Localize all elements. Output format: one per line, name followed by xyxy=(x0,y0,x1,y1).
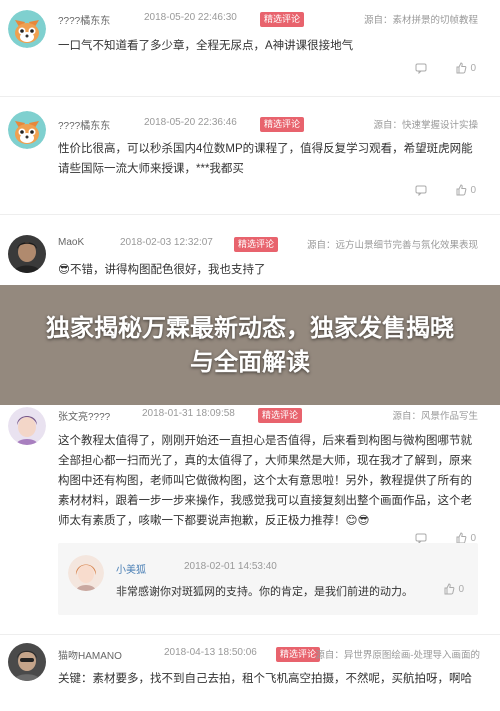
comment-text: 关键：素材要多，找不到自己去拍，租个飞机高空拍摄，不然呢，买航拍呀，啊哈 xyxy=(58,673,472,685)
comment-text: 一口气不知道看了多少章，全程无尿点，A神讲课很接地气 xyxy=(58,40,354,52)
comment-date: 2018-04-13 18:50:06 xyxy=(164,647,257,658)
thumbs-up-icon xyxy=(456,184,467,196)
reply-text: 非常感谢你对斑狐网的支持。你的肯定，是我们前进的动力。 xyxy=(116,586,413,598)
featured-badge: 精选评论 xyxy=(234,237,279,252)
reply-box: 小美狐 2018-02-01 14:53:40 非常感谢你对斑狐网的支持。你的肯… xyxy=(58,543,478,615)
comment-source[interactable]: 源自：远方山景细节完善与氛化效果表现 xyxy=(307,237,478,251)
featured-badge: 精选评论 xyxy=(260,12,305,27)
comment-source[interactable]: 源自：异世界原图绘画-处理导入画面的 xyxy=(315,647,480,661)
featured-badge: 精选评论 xyxy=(276,647,321,662)
comment-username[interactable]: MaoK xyxy=(58,237,84,248)
avatar[interactable] xyxy=(8,111,46,149)
comment-date: 2018-02-03 12:32:07 xyxy=(120,237,213,248)
headline-title: 独家揭秘万霖最新动态，独家发售揭晓与全面解读 xyxy=(46,314,454,376)
comment-icon xyxy=(415,63,427,74)
comment-source[interactable]: 源自：快速掌握设计实操 xyxy=(373,117,478,131)
comment-icon xyxy=(415,185,427,196)
avatar[interactable] xyxy=(8,407,46,445)
comment-date: 2018-05-20 22:46:30 xyxy=(144,12,237,23)
reply-actions: 0 xyxy=(443,583,464,595)
comment-username[interactable]: ????橘东东 xyxy=(58,12,110,27)
reply-date: 2018-02-01 14:53:40 xyxy=(184,561,277,572)
comment-text: 性价比很高，可以秒杀国内4位数MP的课程了，值得反复学习观看，希望斑虎网能请些国… xyxy=(58,143,473,175)
like-count: 0 xyxy=(470,184,476,196)
like-count: 0 xyxy=(470,532,476,544)
featured-badge: 精选评论 xyxy=(260,117,305,132)
like-button[interactable]: 0 xyxy=(443,583,464,595)
comment-source[interactable]: 源自：素材拼景的切帧教程 xyxy=(364,12,478,26)
headline-overlay: 独家揭秘万霖最新动态，独家发售揭晓与全面解读 xyxy=(0,285,500,405)
avatar[interactable] xyxy=(8,10,46,48)
like-count: 0 xyxy=(458,583,464,595)
like-button[interactable]: 0 xyxy=(455,184,476,196)
like-count: 0 xyxy=(470,62,476,74)
featured-badge: 精选评论 xyxy=(258,408,303,423)
like-button[interactable]: 0 xyxy=(455,62,476,74)
comment-item: ????橘东东 2018-05-20 22:36:46 精选评论 源自：快速掌握… xyxy=(0,97,500,215)
comment-item: ????橘东东 2018-05-20 22:46:30 精选评论 源自：素材拼景… xyxy=(0,0,500,97)
reply-button[interactable] xyxy=(415,184,427,196)
comment-item: 张文亮???? 2018-01-31 18:09:58 精选评论 源自：风景作品… xyxy=(0,405,500,635)
comment-text: 这个教程太值得了，刚刚开始还一直担心是否值得，后来看到构图与微构图哪节就全部担心… xyxy=(58,435,472,527)
comment-item: 猫吻HAMANO 2018-04-13 18:50:06 精选评论 源自：异世界… xyxy=(0,635,500,711)
comment-source[interactable]: 源自：风景作品写生 xyxy=(392,408,478,422)
comment-username[interactable]: ????橘东东 xyxy=(58,117,110,132)
comment-date: 2018-05-20 22:36:46 xyxy=(144,117,237,128)
comment-actions: 0 xyxy=(415,184,476,196)
reply-button[interactable] xyxy=(415,62,427,74)
comment-date: 2018-01-31 18:09:58 xyxy=(142,408,235,419)
avatar[interactable] xyxy=(8,643,46,681)
comment-text: 😎不错，讲得构图配色很好，我也支持了 xyxy=(58,264,266,276)
avatar[interactable] xyxy=(8,235,46,273)
comment-username[interactable]: 猫吻HAMANO xyxy=(58,647,122,662)
comment-username[interactable]: 张文亮???? xyxy=(58,408,110,423)
reply-username[interactable]: 小美狐 xyxy=(116,561,146,576)
thumbs-up-icon xyxy=(456,62,467,74)
thumbs-up-icon xyxy=(444,583,455,595)
comment-actions: 0 xyxy=(415,62,476,74)
avatar[interactable] xyxy=(68,555,104,591)
